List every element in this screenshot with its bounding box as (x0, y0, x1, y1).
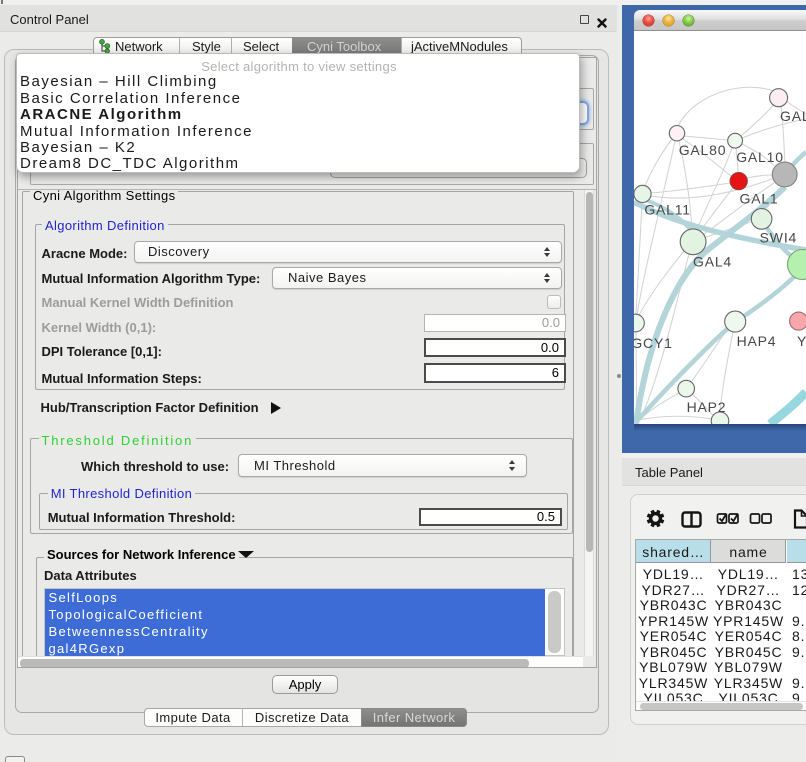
svg-text:GAL10: GAL10 (736, 149, 784, 165)
svg-text:GAL4: GAL4 (693, 254, 732, 270)
svg-text:GAL2: GAL2 (780, 108, 806, 124)
svg-text:GAL1: GAL1 (740, 191, 779, 207)
svg-text:GAL80: GAL80 (679, 142, 727, 158)
svg-text:GAL11: GAL11 (644, 202, 691, 218)
svg-text:HAP4: HAP4 (737, 333, 777, 349)
svg-text:SWI4: SWI4 (760, 230, 797, 246)
svg-text:YB: YB (797, 333, 806, 349)
svg-text:GCY1: GCY1 (634, 335, 673, 351)
svg-text:HAP2: HAP2 (687, 399, 727, 415)
